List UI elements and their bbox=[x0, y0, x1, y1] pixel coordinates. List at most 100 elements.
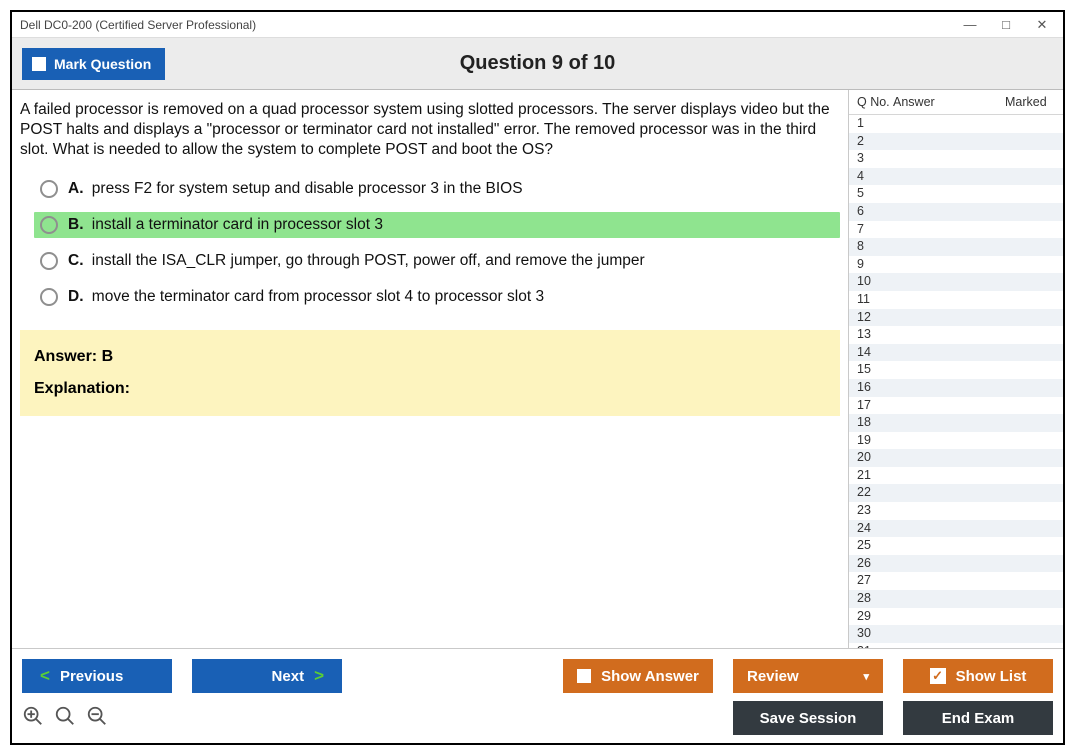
footer-row-2: Save Session End Exam bbox=[22, 701, 1053, 735]
header-answer: Answer bbox=[893, 95, 1005, 109]
question-list-row[interactable]: 6 bbox=[849, 203, 1063, 221]
save-session-button[interactable]: Save Session bbox=[733, 701, 883, 735]
question-list-row[interactable]: 25 bbox=[849, 537, 1063, 555]
row-qno: 30 bbox=[857, 625, 893, 643]
row-qno: 22 bbox=[857, 484, 893, 502]
question-list-row[interactable]: 21 bbox=[849, 467, 1063, 485]
row-qno: 14 bbox=[857, 344, 893, 362]
maximize-icon[interactable]: □ bbox=[999, 18, 1013, 32]
question-list-row[interactable]: 3 bbox=[849, 150, 1063, 168]
show-answer-button[interactable]: Show Answer bbox=[563, 659, 713, 693]
question-list-row[interactable]: 22 bbox=[849, 484, 1063, 502]
question-text: A failed processor is removed on a quad … bbox=[20, 100, 840, 160]
next-label: Next bbox=[272, 668, 305, 685]
question-list-row[interactable]: 1 bbox=[849, 115, 1063, 133]
question-list-row[interactable]: 12 bbox=[849, 309, 1063, 327]
row-qno: 11 bbox=[857, 291, 893, 309]
question-list-row[interactable]: 19 bbox=[849, 432, 1063, 450]
question-list-body[interactable]: 1234567891011121314151617181920212223242… bbox=[849, 115, 1063, 648]
radio-icon[interactable] bbox=[40, 180, 58, 198]
show-list-label: Show List bbox=[956, 668, 1027, 685]
row-qno: 15 bbox=[857, 361, 893, 379]
review-button[interactable]: Review ▾ bbox=[733, 659, 883, 693]
previous-label: Previous bbox=[60, 668, 123, 685]
row-qno: 7 bbox=[857, 221, 893, 239]
save-session-label: Save Session bbox=[760, 710, 857, 727]
header-marked: Marked bbox=[1005, 95, 1057, 109]
question-list-row[interactable]: 10 bbox=[849, 273, 1063, 291]
question-list-row[interactable]: 26 bbox=[849, 555, 1063, 573]
next-button[interactable]: Next > bbox=[192, 659, 342, 693]
question-list-row[interactable]: 13 bbox=[849, 326, 1063, 344]
titlebar: Dell DC0-200 (Certified Server Professio… bbox=[12, 12, 1063, 38]
question-panel: A failed processor is removed on a quad … bbox=[12, 90, 848, 648]
window-title: Dell DC0-200 (Certified Server Professio… bbox=[20, 18, 256, 32]
close-icon[interactable]: ✕ bbox=[1035, 18, 1049, 32]
header-qno: Q No. bbox=[857, 95, 893, 109]
question-list-row[interactable]: 2 bbox=[849, 133, 1063, 151]
show-list-button[interactable]: ✓ Show List bbox=[903, 659, 1053, 693]
choice-row[interactable]: C. install the ISA_CLR jumper, go throug… bbox=[34, 248, 840, 274]
choice-label: C. install the ISA_CLR jumper, go throug… bbox=[68, 252, 645, 270]
question-list-row[interactable]: 4 bbox=[849, 168, 1063, 186]
question-list-row[interactable]: 24 bbox=[849, 520, 1063, 538]
question-list-row[interactable]: 29 bbox=[849, 608, 1063, 626]
row-qno: 24 bbox=[857, 520, 893, 538]
answer-label: Answer: B bbox=[34, 348, 826, 366]
row-qno: 5 bbox=[857, 185, 893, 203]
question-list-row[interactable]: 18 bbox=[849, 414, 1063, 432]
row-qno: 8 bbox=[857, 238, 893, 256]
checkbox-empty-icon bbox=[577, 669, 591, 683]
footer: < Previous Next > Show Answer Review ▾ ✓… bbox=[12, 648, 1063, 743]
question-list-row[interactable]: 16 bbox=[849, 379, 1063, 397]
row-qno: 4 bbox=[857, 168, 893, 186]
review-label: Review bbox=[747, 668, 799, 685]
zoom-in-icon[interactable] bbox=[22, 705, 44, 732]
answer-block: Answer: B Explanation: bbox=[20, 330, 840, 416]
question-list-row[interactable]: 27 bbox=[849, 572, 1063, 590]
minimize-icon[interactable]: — bbox=[963, 18, 977, 32]
row-qno: 23 bbox=[857, 502, 893, 520]
question-list-row[interactable]: 5 bbox=[849, 185, 1063, 203]
question-list-row[interactable]: 30 bbox=[849, 625, 1063, 643]
mark-question-button[interactable]: Mark Question bbox=[22, 48, 165, 80]
end-exam-button[interactable]: End Exam bbox=[903, 701, 1053, 735]
question-list-row[interactable]: 28 bbox=[849, 590, 1063, 608]
row-qno: 28 bbox=[857, 590, 893, 608]
footer-row-1: < Previous Next > Show Answer Review ▾ ✓… bbox=[22, 659, 1053, 693]
choice-row[interactable]: D. move the terminator card from process… bbox=[34, 284, 840, 310]
row-qno: 17 bbox=[857, 397, 893, 415]
question-list-row[interactable]: 11 bbox=[849, 291, 1063, 309]
row-qno: 21 bbox=[857, 467, 893, 485]
question-list-row[interactable]: 23 bbox=[849, 502, 1063, 520]
show-answer-label: Show Answer bbox=[601, 668, 699, 685]
row-qno: 1 bbox=[857, 115, 893, 133]
explanation-label: Explanation: bbox=[34, 380, 826, 398]
choice-row[interactable]: A. press F2 for system setup and disable… bbox=[34, 176, 840, 202]
zoom-out-icon[interactable] bbox=[86, 705, 108, 732]
radio-icon[interactable] bbox=[40, 288, 58, 306]
question-list-row[interactable]: 17 bbox=[849, 397, 1063, 415]
choice-row[interactable]: B. install a terminator card in processo… bbox=[34, 212, 840, 238]
question-list-row[interactable]: 14 bbox=[849, 344, 1063, 362]
question-list-row[interactable]: 20 bbox=[849, 449, 1063, 467]
radio-icon[interactable] bbox=[40, 216, 58, 234]
window-controls: — □ ✕ bbox=[963, 18, 1049, 32]
mark-question-label: Mark Question bbox=[54, 56, 151, 72]
radio-icon[interactable] bbox=[40, 252, 58, 270]
row-qno: 26 bbox=[857, 555, 893, 573]
previous-button[interactable]: < Previous bbox=[22, 659, 172, 693]
zoom-controls bbox=[22, 705, 108, 732]
row-qno: 9 bbox=[857, 256, 893, 274]
question-list-row[interactable]: 15 bbox=[849, 361, 1063, 379]
row-qno: 16 bbox=[857, 379, 893, 397]
question-list-row[interactable]: 9 bbox=[849, 256, 1063, 274]
checkbox-empty-icon bbox=[32, 57, 46, 71]
chevron-left-icon: < bbox=[40, 666, 50, 686]
row-qno: 2 bbox=[857, 133, 893, 151]
question-list-row[interactable]: 7 bbox=[849, 221, 1063, 239]
row-qno: 19 bbox=[857, 432, 893, 450]
zoom-reset-icon[interactable] bbox=[54, 705, 76, 732]
question-list-row[interactable]: 8 bbox=[849, 238, 1063, 256]
row-qno: 3 bbox=[857, 150, 893, 168]
